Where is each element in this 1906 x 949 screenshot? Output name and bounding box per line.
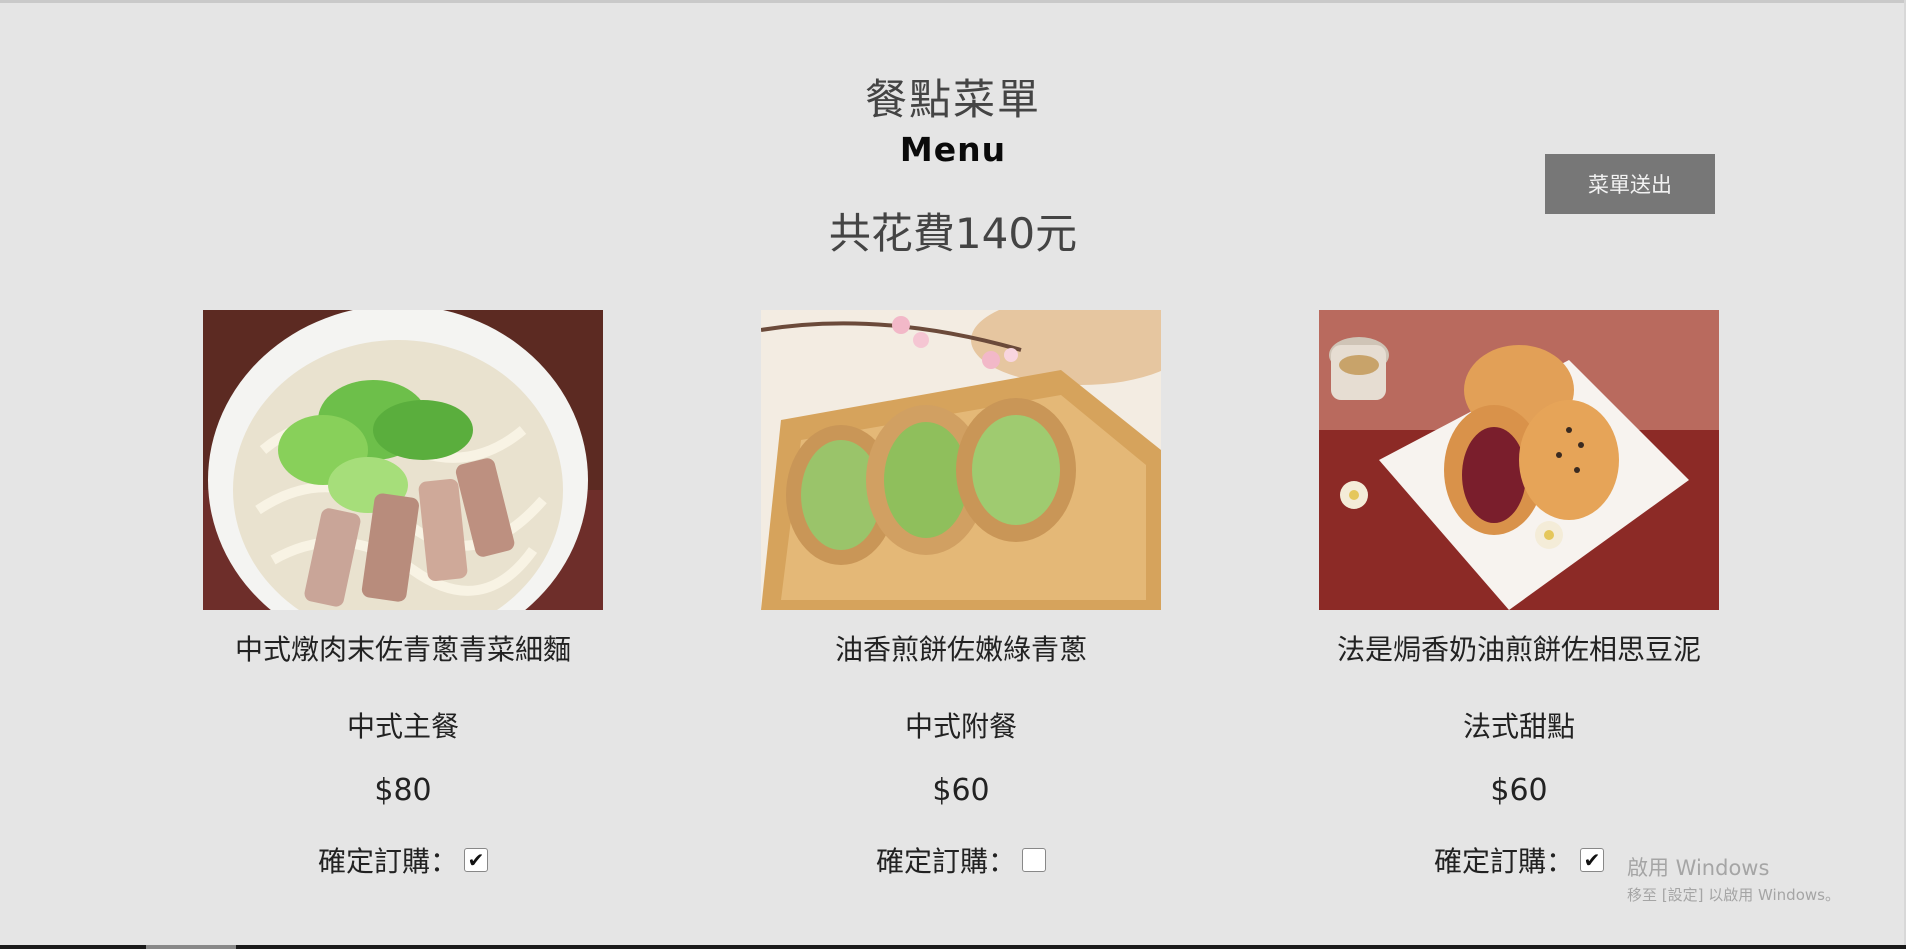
order-checkbox[interactable]: [1580, 848, 1604, 872]
order-label: 確定訂購：: [1433, 845, 1574, 878]
order-checkbox[interactable]: [1022, 848, 1046, 872]
top-border: [0, 0, 1906, 3]
order-label: 確定訂購：: [875, 845, 1016, 878]
taskbar-segment: [146, 945, 236, 949]
order-checkbox[interactable]: [464, 848, 488, 872]
windows-activation-watermark: 啟用 Windows 移至 [設定] 以啟用 Windows。: [1627, 852, 1840, 905]
noodle-bowl-photo: [203, 310, 603, 610]
red-bean-pancake-photo: [1319, 310, 1719, 610]
dish-name: 法是焗香奶油煎餅佐相思豆泥: [1336, 633, 1701, 666]
page-title: 餐點菜單: [864, 75, 1041, 124]
order-row: 確定訂購：: [188, 840, 618, 880]
submit-menu-button[interactable]: 菜單送出: [1545, 154, 1715, 214]
dish-price: $80: [374, 773, 432, 808]
dish-price: $60: [1490, 773, 1548, 808]
dish-name: 中式燉肉末佐青蔥青菜細麵: [234, 633, 571, 666]
order-row: 確定訂購：: [746, 840, 1176, 880]
dish-category: 中式附餐: [904, 710, 1017, 743]
dish-price: $60: [932, 773, 990, 808]
dish-category: 中式主餐: [346, 710, 459, 743]
order-label: 確定訂購：: [317, 845, 458, 878]
dish-name: 油香煎餅佐嫩綠青蔥: [834, 633, 1087, 666]
scallion-pancake-photo: [761, 310, 1161, 610]
watermark-title: 啟用 Windows: [1627, 856, 1770, 880]
watermark-subtitle: 移至 [設定] 以啟用 Windows。: [1627, 886, 1840, 904]
bottom-border: [0, 945, 1906, 949]
dish-category: 法式甜點: [1462, 710, 1575, 743]
